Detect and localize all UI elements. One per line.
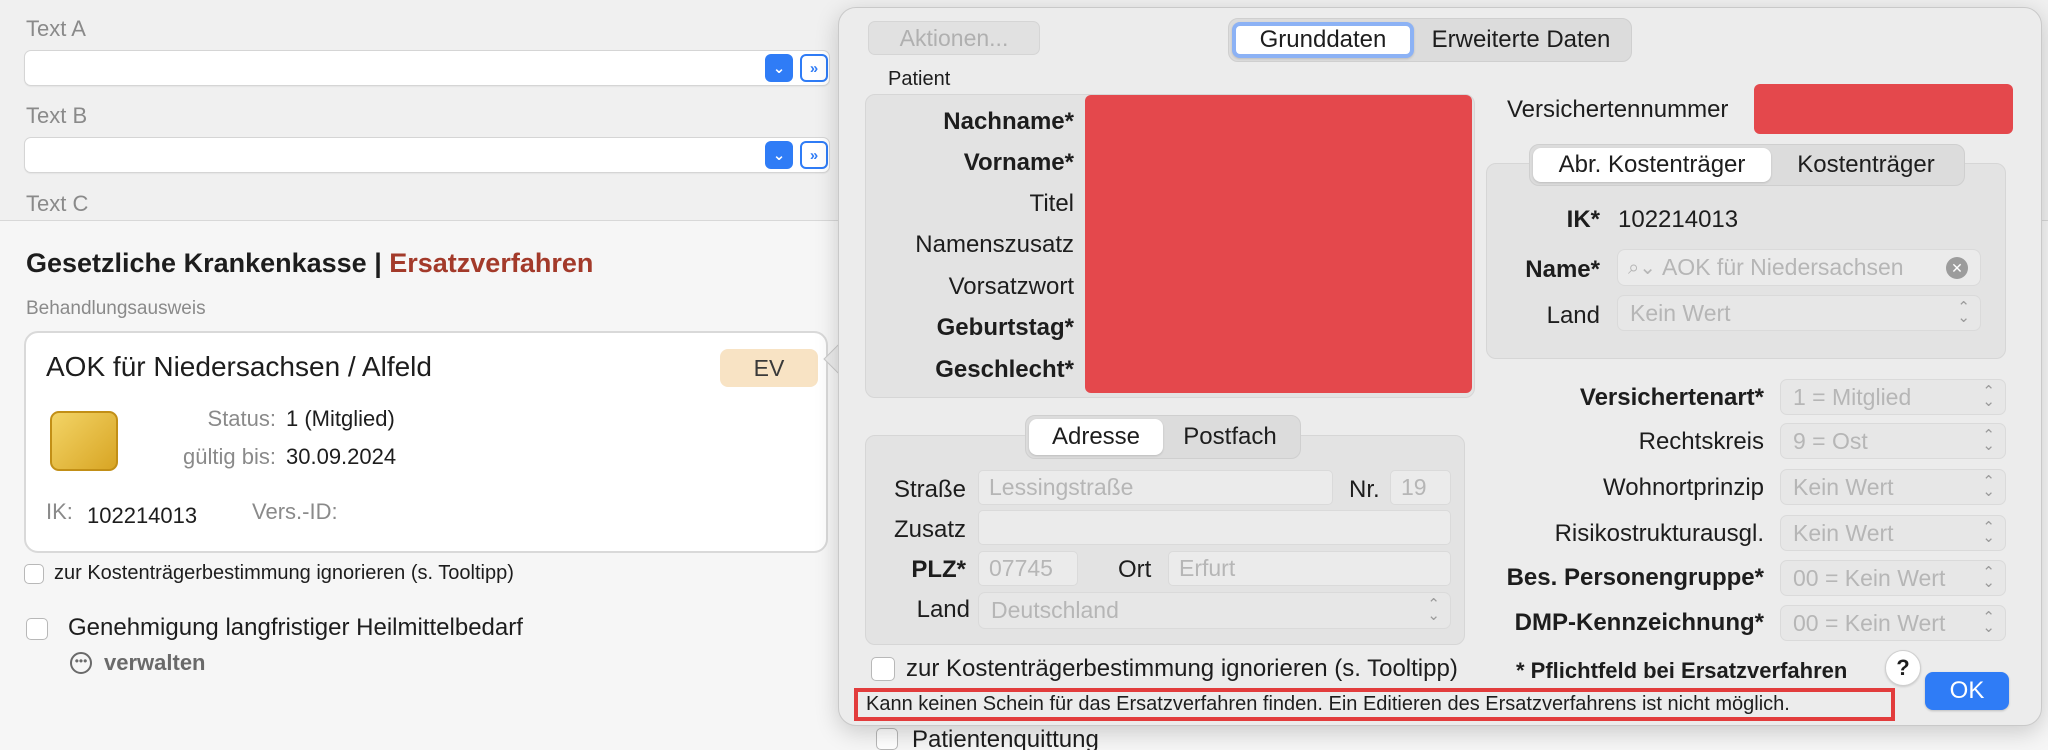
risikostrukturausgl-popup[interactable]: Kein Wert ⌃ ⌄	[1780, 515, 2006, 551]
geschlecht-label: Geschlecht*	[935, 356, 1074, 383]
titel-label: Titel	[1029, 190, 1074, 217]
status-label: Status:	[207, 406, 276, 431]
versichertennummer-redacted[interactable]	[1754, 84, 2013, 134]
ik-value: 102214013	[87, 503, 198, 528]
aktionen-button[interactable]: Aktionen...	[868, 21, 1040, 55]
card-title: AOK für Niedersachsen / Alfeld	[46, 351, 432, 382]
tab-postfach[interactable]: Postfach	[1163, 419, 1297, 455]
tab-adresse[interactable]: Adresse	[1029, 419, 1163, 455]
wohnortprinzip-popup[interactable]: Kein Wert ⌃ ⌄	[1780, 469, 2006, 505]
dmp-kennzeichnung-popup[interactable]: 00 = Kein Wert ⌃ ⌄	[1780, 605, 2006, 641]
verwalten-link[interactable]: verwalten	[104, 650, 206, 676]
versichertennummer-label: Versichertennummer	[1507, 96, 1729, 123]
updown-chevron-icon: ⌃ ⌄	[1982, 563, 1995, 591]
land-field-label: Land	[1546, 302, 1600, 329]
ignore-checkbox-bg[interactable]	[24, 564, 44, 584]
name-search-field[interactable]: ⌕⌄ AOK für Niedersachsen ✕	[1617, 249, 1981, 286]
tab-grunddaten[interactable]: Grunddaten	[1232, 22, 1414, 58]
wohnortprinzip-label: Wohnortprinzip	[1603, 474, 1764, 501]
error-message: Kann keinen Schein für das Ersatzverfahr…	[854, 688, 1895, 721]
nr-label: Nr.	[1349, 476, 1380, 503]
updown-chevron-icon: ⌃ ⌄	[1982, 382, 1995, 410]
text-b-combobox[interactable]	[24, 137, 830, 173]
patient-fields-redacted[interactable]	[1085, 95, 1472, 393]
rechtskreis-label: Rechtskreis	[1638, 428, 1764, 455]
addr-land-popup[interactable]: Deutschland ⌃ ⌄	[978, 592, 1451, 629]
land-popup[interactable]: Kein Wert ⌃ ⌄	[1617, 295, 1981, 331]
zusatz-field[interactable]	[978, 510, 1451, 545]
updown-chevron-icon: ⌃ ⌄	[1982, 472, 1995, 500]
valid-until-value: 30.09.2024	[286, 444, 397, 469]
ignore-checkbox[interactable]	[871, 657, 895, 681]
tab-erweiterte-daten[interactable]: Erweiterte Daten	[1414, 22, 1628, 58]
versichertenart-popup[interactable]: 1 = Mitglied ⌃ ⌄	[1780, 379, 2006, 415]
nachname-label: Nachname*	[943, 108, 1074, 135]
strasse-field[interactable]: Lessingstraße	[978, 470, 1333, 505]
text-a-label: Text A	[26, 16, 86, 41]
chip-icon	[50, 411, 118, 471]
ok-button[interactable]: OK	[1925, 672, 2009, 710]
tab-abr-kostentraeger[interactable]: Abr. Kostenträger	[1533, 148, 1771, 182]
ort-field[interactable]: Erfurt	[1168, 551, 1451, 586]
ik-field-value: 102214013	[1618, 206, 1739, 233]
geburtstag-label: Geburtstag*	[936, 314, 1074, 341]
vers-id-label: Vers.-ID:	[252, 499, 338, 524]
double-chevron-down-icon[interactable]: »	[800, 54, 828, 82]
heilmittel-checkbox[interactable]	[26, 618, 48, 640]
versichertenart-label: Versichertenart*	[1579, 384, 1764, 411]
ort-label: Ort	[1118, 556, 1152, 583]
risikostrukturausgl-label: Risikostrukturausgl.	[1554, 520, 1764, 547]
ik-label: IK:	[46, 499, 73, 524]
behandlungsausweis-label: Behandlungsausweis	[26, 298, 206, 319]
tab-kostentraeger[interactable]: Kostenträger	[1771, 148, 1961, 182]
clear-icon[interactable]: ✕	[1946, 257, 1968, 279]
bes-personengruppe-popup[interactable]: 00 = Kein Wert ⌃ ⌄	[1780, 560, 2006, 596]
text-a-combobox[interactable]	[24, 50, 830, 86]
nr-field[interactable]: 19	[1390, 470, 1451, 505]
updown-chevron-icon: ⌃ ⌄	[1982, 608, 1995, 636]
plz-label: PLZ*	[911, 556, 966, 583]
chevron-down-icon[interactable]: ⌄	[765, 54, 793, 82]
updown-chevron-icon: ⌃ ⌄	[1982, 518, 1995, 546]
valid-until-label: gültig bis:	[183, 444, 276, 469]
chevron-down-icon[interactable]: ⌄	[765, 141, 793, 169]
insurance-card[interactable]: AOK für Niedersachsen / Alfeld EV Status…	[24, 331, 828, 553]
namenszusatz-label: Namenszusatz	[915, 231, 1074, 258]
plz-field[interactable]: 07745	[978, 551, 1078, 586]
strasse-label: Straße	[893, 476, 966, 503]
bes-personengruppe-label: Bes. Personengruppe*	[1506, 564, 1764, 591]
address-tab-bar: Adresse Postfach	[1025, 415, 1301, 459]
rechtskreis-popup[interactable]: 9 = Ost ⌃ ⌄	[1780, 423, 2006, 459]
text-c-label: Text C	[26, 191, 89, 216]
status-value: 1 (Mitglied)	[286, 406, 395, 431]
patientenquittung-checkbox[interactable]	[876, 728, 898, 750]
kosten-tab-bar: Abr. Kostenträger Kostenträger	[1529, 144, 1965, 186]
main-tab-bar: Grunddaten Erweiterte Daten	[1228, 18, 1632, 62]
vorsatzwort-label: Vorsatzwort	[948, 273, 1074, 300]
section-title: Gesetzliche Krankenkasse | Ersatzverfahr…	[26, 248, 594, 278]
patientenquittung-label: Patientenquittung	[912, 726, 1099, 750]
heilmittel-label: Genehmigung langfristiger Heilmittelbeda…	[68, 614, 523, 641]
vorname-label: Vorname*	[963, 149, 1074, 176]
updown-chevron-icon: ⌃ ⌄	[1427, 596, 1440, 624]
zusatz-label: Zusatz	[893, 516, 966, 543]
help-button[interactable]: ?	[1885, 650, 1921, 686]
text-b-label: Text B	[26, 103, 88, 128]
search-icon: ⌕⌄	[1628, 257, 1656, 279]
patient-group-label: Patient	[888, 68, 951, 90]
updown-chevron-icon: ⌃ ⌄	[1957, 298, 1970, 326]
double-chevron-down-icon[interactable]: »	[800, 141, 828, 169]
pflichtfeld-note: * Pflichtfeld bei Ersatzverfahren	[1516, 658, 1848, 683]
name-field-label: Name*	[1525, 256, 1600, 283]
ignore-checkbox-label-bg: zur Kostenträgerbestimmung ignorieren (s…	[54, 562, 514, 584]
addr-land-label: Land	[916, 596, 970, 623]
ev-badge: EV	[720, 349, 818, 387]
ignore-checkbox-label: zur Kostenträgerbestimmung ignorieren (s…	[906, 655, 1458, 682]
ellipsis-circle-icon[interactable]: •••	[70, 652, 92, 674]
ik-field-label: IK*	[1566, 206, 1600, 233]
updown-chevron-icon: ⌃ ⌄	[1982, 426, 1995, 454]
dmp-kennzeichnung-label: DMP-Kennzeichnung*	[1514, 609, 1764, 636]
